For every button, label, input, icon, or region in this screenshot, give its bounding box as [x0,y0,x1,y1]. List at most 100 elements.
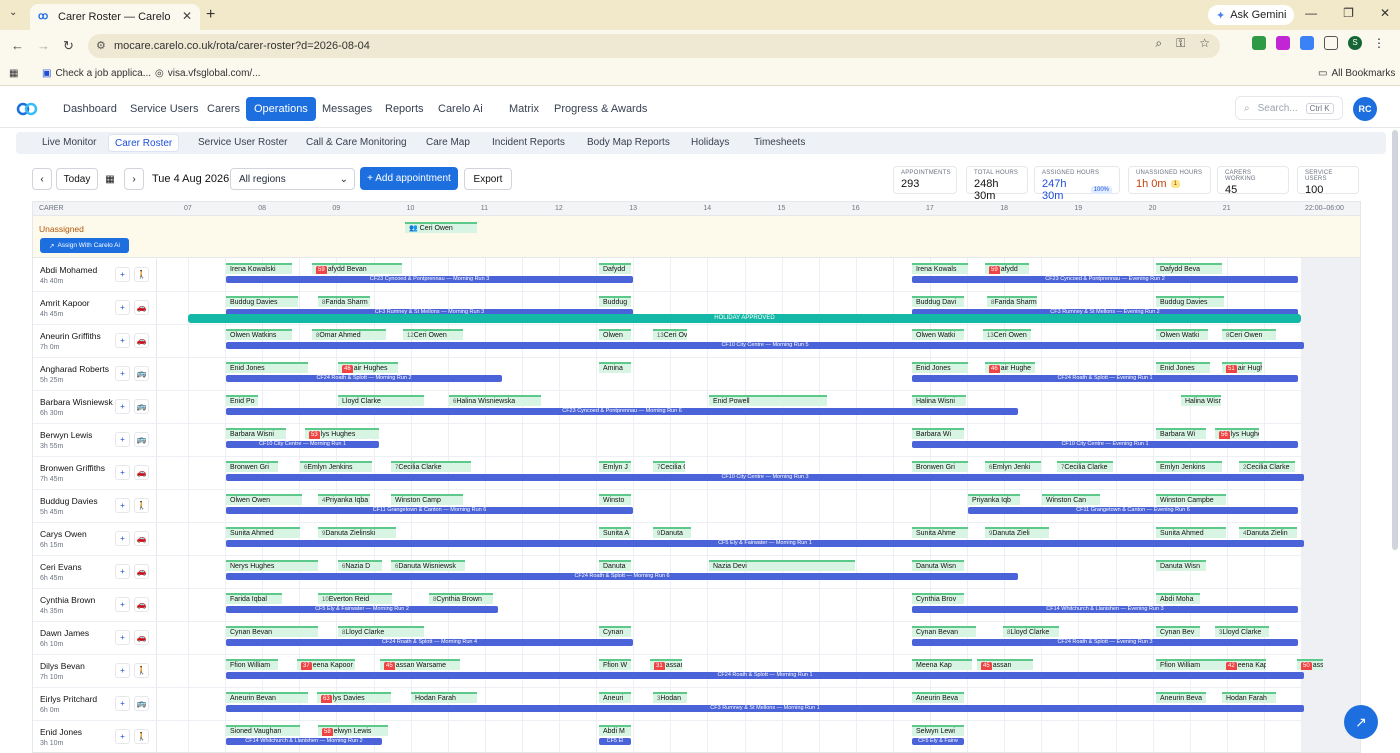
appointment-block[interactable]: Buddug Davies [226,296,298,307]
minimize-icon[interactable]: — [1305,6,1317,20]
appointment-block[interactable]: 13Ceri Ov [653,329,687,340]
run-bar[interactable]: CF23 Cyncoed & Pontprennau — Morning Run… [226,408,1018,415]
appointment-block[interactable]: 42 eena Kap [1222,659,1266,670]
appointment-block[interactable]: Barbara Wisni [226,428,286,439]
appointment-block[interactable]: 9Danuta Zielinski [318,527,396,538]
appointment-block[interactable]: Hodan Farah [1222,692,1276,703]
appointment-block[interactable]: Nerys Hughes [226,560,318,571]
close-window-icon[interactable]: ✕ [1380,6,1390,20]
calendar-icon[interactable]: ▦ [101,168,119,190]
run-bar[interactable]: CF14 Whitchurch & Llanishen — Evening Ru… [912,606,1298,613]
subnav-tab-service-user-roster[interactable]: Service User Roster [192,134,293,152]
appointment-block[interactable]: Cynan Bevan [226,626,318,637]
appointment-block[interactable]: 4Danuta Zielin [1239,527,1297,538]
appointment-block[interactable]: 12Ceri Owen [403,329,463,340]
appointment-block[interactable]: Olwen [599,329,631,340]
nav-item-reports[interactable]: Reports [377,97,432,121]
bookmark-item-visa[interactable]: ◎ visa.vfsglobal.com/... [155,68,261,79]
appointment-block[interactable]: 7Cecilia C [653,461,685,472]
appointment-block[interactable]: Abdi M [599,725,631,736]
appointment-block[interactable]: 8Omar Ahmed [312,329,386,340]
nav-item-carers[interactable]: Carers [199,97,248,121]
appointment-block[interactable]: Enid Jones [1156,362,1210,373]
run-bar[interactable]: CF10 City Centre — Morning Run 3 [226,474,1304,481]
add-appointment-button[interactable]: + Add appointment [360,167,458,190]
appointment-block[interactable]: Sunita Ahmed [1156,527,1226,538]
profile-avatar[interactable]: S [1348,36,1362,50]
reload-icon[interactable]: ↻ [63,38,74,54]
appointment-block[interactable]: Irena Kowalski [226,263,292,274]
carelo-ai-fab-button[interactable]: ↗ [1344,705,1378,739]
subnav-tab-care-map[interactable]: Care Map [420,134,476,152]
appointment-block[interactable]: 4Priyanka Iqba [318,494,370,505]
appointment-block[interactable]: 8Ceri Owen [1222,329,1276,340]
close-tab-icon[interactable]: ✕ [182,9,192,23]
appointment-block[interactable]: 6Halina Wisniewska [449,395,541,406]
appointment-block[interactable]: Buddug Davies [1156,296,1224,307]
carer-name[interactable]: Dawn James [40,628,89,638]
carer-name[interactable]: Ceri Evans [40,562,82,572]
appointment-block[interactable]: 50assa [1297,659,1323,670]
appointment-block[interactable]: Aneurin Bevan [226,692,308,703]
appointment-block[interactable]: Emlyn Jenkins [1156,461,1222,472]
appointment-block[interactable]: 59 afydd [985,263,1029,274]
nav-item-progress-awards[interactable]: Progress & Awards [546,97,655,121]
carer-name[interactable]: Amrit Kapoor [40,298,90,308]
appointment-block[interactable]: Aneuri [599,692,631,703]
appointment-block[interactable]: 8Cynthia Brown [429,593,493,604]
browser-menu-icon[interactable]: ⋮ [1372,36,1386,50]
appointment-block[interactable]: Barbara Wi [1156,428,1206,439]
assign-with-ai-button[interactable]: ↗ Assign With Carelo Ai [40,238,129,253]
appointment-block[interactable]: Bronwen Gri [226,461,278,472]
run-bar[interactable]: CF24 Roath & Splott — Morning Run 6 [226,573,1018,580]
add-shift-icon[interactable]: + [115,531,130,546]
appointment-block[interactable]: Winston Camp [391,494,463,505]
appointment-block[interactable]: 3Lloyd Clarke [1215,626,1269,637]
appointment-block[interactable]: Lloyd Clarke [338,395,424,406]
appointment-block[interactable]: 56lys Hughes [1215,428,1259,439]
appointment-block[interactable]: Winston Can [1042,494,1100,505]
appointment-block[interactable]: 46 air Hughe [985,362,1035,373]
appointment-block[interactable]: 9Danuta Zieli [985,527,1049,538]
nav-item-messages[interactable]: Messages [314,97,380,121]
all-bookmarks[interactable]: ▭ All Bookmarks [1318,68,1395,79]
run-bar[interactable]: CF5 Ely & Fairwater — Morning Run 2 [226,606,498,613]
apps-grid-icon[interactable]: ▦ [9,68,18,79]
run-bar[interactable]: CF3 Rumney & St Mellons — Morning Run 1 [226,705,1304,712]
appointment-block[interactable]: 8Lloyd Clarke [338,626,424,637]
site-info-icon[interactable]: ⚙ [96,39,106,52]
appointment-block[interactable]: Irena Kowals [912,263,968,274]
appointment-block[interactable]: Olwen Owen [226,494,302,505]
ask-gemini-button[interactable]: ✦ Ask Gemini [1208,5,1295,25]
run-bar[interactable]: CF24 Roath & Splott — Evening Run 3 [912,639,1298,646]
carer-name[interactable]: Barbara Wisniewsk [40,397,113,407]
appointment-block[interactable]: 46 air Hughes [338,362,398,373]
appointment-block[interactable]: Farida Iqbal [226,593,282,604]
extension-blue-icon[interactable] [1300,36,1314,50]
appointment-block[interactable]: Emlyn J [599,461,631,472]
appointment-block[interactable]: 45 assan Warsame [380,659,460,670]
restore-icon[interactable]: ❐ [1343,6,1354,20]
prev-day-button[interactable]: ‹ [32,168,52,190]
appointment-block[interactable]: 59 afydd Bevan [312,263,402,274]
appointment-block[interactable]: 13Ceri Owen [983,329,1031,340]
new-tab-icon[interactable]: + [206,6,215,24]
add-shift-icon[interactable]: + [115,465,130,480]
appointment-block[interactable]: 10Everton Reid [318,593,392,604]
run-bar[interactable]: CF24 Roath & Splott — Morning Run 1 [226,672,1304,679]
global-search-input[interactable]: ⌕ Search... Ctrl K [1235,96,1343,120]
carer-name[interactable]: Bronwen Griffiths [40,463,105,473]
appointment-block[interactable]: 7Cecilia Clarke [1057,461,1113,472]
holiday-approved-bar[interactable]: HOLIDAY APPROVED [188,314,1301,323]
add-shift-icon[interactable]: + [115,267,130,282]
appointment-block[interactable]: Sioned Vaughan [226,725,300,736]
appointment-block[interactable]: 6Emlyn Jenkins [300,461,372,472]
appointment-block[interactable]: 6Nazia D [338,560,382,571]
nav-item-carelo-ai[interactable]: Carelo Ai [430,97,491,121]
appointment-block[interactable]: Enid Powell [709,395,827,406]
appointment-block[interactable]: 63 lys Davies [317,692,391,703]
carer-name[interactable]: Eirlys Pritchard [40,694,97,704]
appointment-block[interactable]: Buddug [599,296,631,307]
appointment-block[interactable]: Barbara Wi [912,428,964,439]
add-shift-icon[interactable]: + [115,663,130,678]
